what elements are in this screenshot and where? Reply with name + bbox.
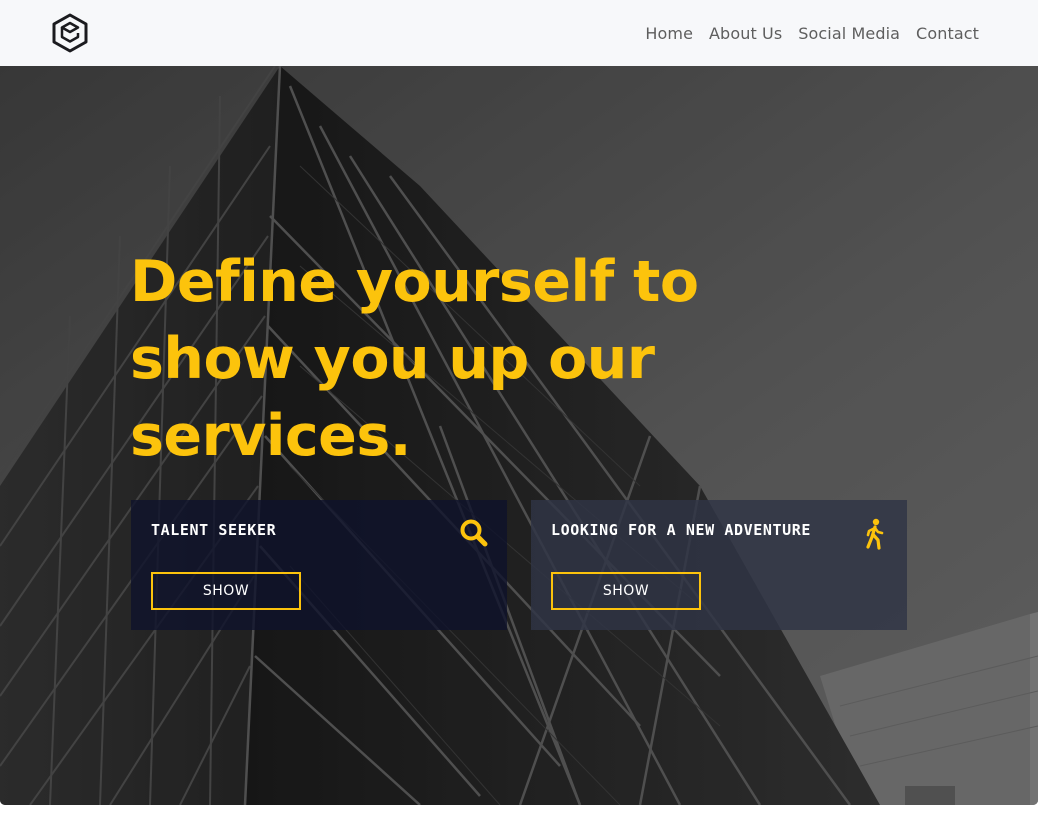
- walking-person-icon: [866, 518, 884, 550]
- new-adventure-show-button[interactable]: SHOW: [551, 572, 701, 610]
- nav-link-contact[interactable]: Contact: [916, 22, 979, 46]
- talent-seeker-show-button[interactable]: SHOW: [151, 572, 301, 610]
- new-adventure-card-title: LOOKING FOR A NEW ADVENTURE: [551, 521, 812, 539]
- talent-seeker-card-title: TALENT SEEKER: [151, 521, 277, 539]
- hero-headline: Define yourself to show you up our servi…: [130, 249, 699, 469]
- nav-links: Home About Us Social Media Contact: [645, 22, 979, 46]
- talent-seeker-card: TALENT SEEKER SHOW: [131, 500, 507, 630]
- navbar: Home About Us Social Media Contact: [0, 0, 1038, 66]
- nav-link-home[interactable]: Home: [645, 22, 693, 46]
- new-adventure-card: LOOKING FOR A NEW ADVENTURE SHOW: [531, 500, 907, 630]
- search-icon: [460, 519, 488, 547]
- nav-link-about-us[interactable]: About Us: [709, 22, 782, 46]
- hexagon-cube-logo-icon[interactable]: [51, 13, 89, 53]
- nav-link-social-media[interactable]: Social Media: [798, 22, 900, 46]
- hero-section: Define yourself to show you up our servi…: [0, 66, 1038, 805]
